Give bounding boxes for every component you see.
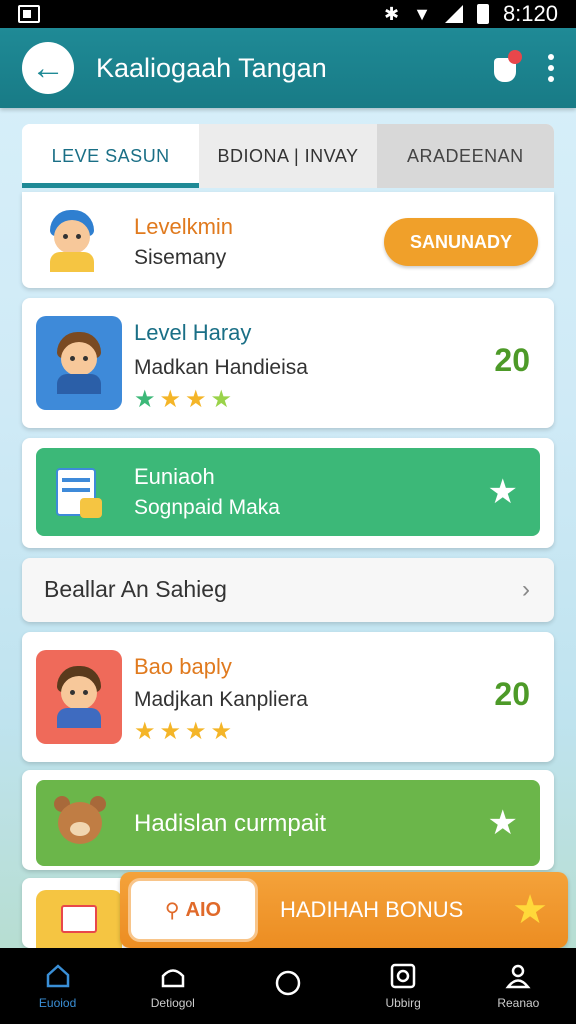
profile-subtitle: Sisemany (134, 246, 227, 269)
star-rating: ★ ★ ★ ★ (134, 720, 232, 744)
star-icon: ★ (159, 718, 182, 745)
kid-avatar (36, 890, 122, 948)
sanunady-button[interactable]: SANUNADY (384, 218, 538, 266)
wifi-icon: ▼ (413, 4, 431, 24)
level-score: 20 (494, 676, 530, 712)
star-icon: ★ (487, 473, 518, 511)
level-title: Bao baply (134, 654, 232, 679)
level-subtitle: Madkan Handieisa (134, 356, 308, 379)
nav-label: Euoiod (38, 996, 77, 1010)
document-icon (50, 462, 106, 522)
status-time: 8:120 (502, 1, 558, 26)
status-bar: ✱ ▼ 8:120 (0, 0, 576, 28)
nav-center[interactable] (248, 969, 328, 1003)
back-button[interactable]: ← (22, 42, 74, 94)
star-icon: ★ (210, 386, 233, 413)
profile-card: Levelkmin Sisemany SANUNADY (22, 192, 554, 288)
battery-icon (476, 4, 489, 24)
screenshot-icon (18, 5, 40, 23)
page-title: Kaaliogaah Tangan (96, 52, 327, 83)
bonus-label: HADIHAH BONUS (280, 897, 464, 922)
list-row[interactable]: Beallar An Sahieg › (22, 558, 554, 622)
star-icon: ★ (185, 718, 207, 745)
star-icon: ★ (512, 888, 548, 932)
signal-icon (444, 5, 463, 23)
nav-label: Detiogol (150, 996, 195, 1010)
pin-icon: ⚲ (164, 899, 180, 922)
star-icon: ★ (487, 804, 518, 842)
star-icon: ★ (134, 718, 156, 745)
bonus-pill-label: AIO (185, 898, 222, 921)
star-icon: ★ (159, 386, 182, 413)
tab-bar: LEVE SASUN BDIONA | INVAY ARADEENAN (22, 124, 554, 188)
tab-aradeenan[interactable]: ARADEENAN (376, 124, 554, 188)
bottom-navigation: Euoiod Detiogol Ubbirg Reanao (0, 948, 576, 1024)
tab-bdiona-invay[interactable]: BDIONA | INVAY (199, 124, 377, 188)
achievement-title: Euniaoh (134, 464, 215, 489)
reward-card[interactable]: Hadislan curmpait ★ (22, 770, 554, 870)
bonus-pill[interactable]: ⚲ AIO (128, 878, 258, 942)
level-subtitle: Madjkan Kanpliera (134, 688, 308, 711)
level-title: Level Haray (134, 320, 252, 345)
notification-icon[interactable] (492, 50, 522, 86)
camera-icon (389, 962, 417, 990)
nav-home[interactable]: Euoiod (18, 962, 98, 1010)
house-outline-icon (159, 962, 187, 990)
home-icon (44, 962, 72, 990)
star-icon: ★ (210, 718, 233, 745)
tab-leve-sasun[interactable]: LEVE SASUN (22, 124, 200, 188)
nav-profile[interactable]: Reanao (478, 962, 558, 1010)
nav-label: Reanao (497, 996, 540, 1010)
nav-details[interactable]: Detiogol (133, 962, 213, 1010)
star-icon: ★ (134, 386, 156, 413)
kid-avatar (36, 650, 122, 744)
app-bar: ← Kaaliogaah Tangan (0, 28, 576, 108)
bear-icon (50, 792, 110, 854)
level-card[interactable]: Level Haray Madkan Handieisa ★ ★ ★ ★ 20 (22, 298, 554, 428)
star-rating: ★ ★ ★ ★ (134, 388, 232, 412)
more-menu-icon[interactable] (548, 54, 554, 82)
kid-avatar (36, 316, 122, 410)
level-card[interactable]: Bao baply Madjkan Kanpliera ★ ★ ★ ★ 20 (22, 632, 554, 762)
star-icon: ★ (185, 386, 207, 413)
circle-icon (274, 969, 302, 997)
person-icon (504, 962, 532, 990)
achievement-card[interactable]: Euniaoh Sognpaid Maka ★ (22, 438, 554, 548)
kid-avatar (36, 206, 108, 276)
list-row-label: Beallar An Sahieg (44, 576, 227, 602)
reward-title: Hadislan curmpait (134, 810, 327, 837)
chevron-right-icon: › (522, 576, 530, 603)
profile-title: Levelkmin (134, 214, 234, 239)
nav-camera[interactable]: Ubbirg (363, 962, 443, 1010)
arrow-left-icon: ← (31, 48, 65, 87)
achievement-subtitle: Sognpaid Maka (134, 496, 280, 519)
level-score: 20 (494, 342, 530, 378)
bluetooth-icon: ✱ (384, 4, 400, 24)
bonus-banner[interactable]: ⚲ AIO HADIHAH BONUS ★ (120, 872, 568, 948)
nav-label: Ubbirg (385, 996, 421, 1010)
